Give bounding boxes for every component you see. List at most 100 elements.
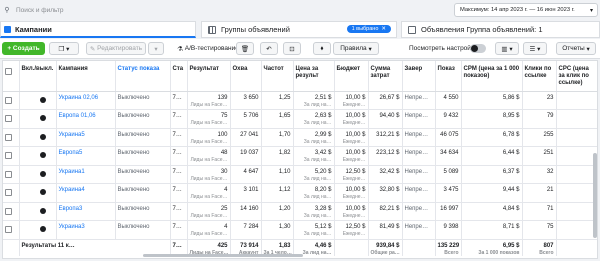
col-header[interactable]: Клики по ссылке xyxy=(522,61,557,92)
view-settings-toggle[interactable] xyxy=(470,44,486,53)
on-off-toggle[interactable] xyxy=(39,189,46,195)
row-checkbox[interactable] xyxy=(5,226,12,233)
level-tabs: Кампании Группы объявлений 1 выбрано ✕ Об… xyxy=(0,21,600,38)
col-header[interactable]: Охва xyxy=(230,61,262,92)
toggle-cell[interactable] xyxy=(19,128,57,147)
col-header[interactable]: Показ xyxy=(435,61,462,92)
tab-adsets[interactable]: Группы объявлений 1 выбрано ✕ xyxy=(201,21,397,38)
campaign-name[interactable]: Украина5 xyxy=(56,128,116,147)
row-select-cell[interactable] xyxy=(3,128,20,147)
columns-button[interactable]: ▥ ▾ xyxy=(495,42,519,55)
row-select-cell[interactable] xyxy=(3,91,20,110)
table-row[interactable]: Украина3 Выключено 7… 4 Лиды на Face… 7 284 1,… xyxy=(3,220,597,240)
row-select-cell[interactable] xyxy=(3,165,20,184)
row-checkbox[interactable] xyxy=(5,96,12,104)
row-select-cell[interactable] xyxy=(3,183,20,203)
budget[interactable]: 10,00 $ Ежедне… xyxy=(334,109,369,129)
on-off-toggle[interactable] xyxy=(39,133,46,140)
table-row[interactable]: Украина 02,06 Выключено 7… 139 Лиды на Face…… xyxy=(3,91,597,110)
toggle-cell[interactable] xyxy=(19,202,57,221)
row-checkbox[interactable] xyxy=(5,115,12,122)
col-header[interactable]: Бюджет xyxy=(334,61,369,92)
on-off-toggle[interactable] xyxy=(39,226,46,232)
row-checkbox[interactable] xyxy=(5,207,12,215)
search-bar[interactable]: ⚲ Поиск и фильтр xyxy=(2,3,395,17)
on-off-toggle[interactable] xyxy=(39,115,46,121)
breakdown-button[interactable]: ☰ ▾ xyxy=(523,42,547,55)
col-header[interactable]: Ста xyxy=(170,61,188,92)
on-off-toggle[interactable] xyxy=(39,170,46,177)
budget[interactable]: 12,50 $ Ежедне… xyxy=(334,165,369,184)
select-all-cell[interactable] xyxy=(3,61,20,92)
on-off-toggle[interactable] xyxy=(39,207,46,214)
campaign-name[interactable]: Украина4 xyxy=(56,183,116,203)
row-select-cell[interactable] xyxy=(3,109,20,129)
table-row[interactable]: Украина1 Выключено 7… 30 Лиды на Face… 4 647 1… xyxy=(3,165,597,184)
campaign-name[interactable]: Европа5 xyxy=(56,146,116,166)
vertical-scrollbar[interactable] xyxy=(593,153,597,238)
table-row[interactable]: Украина4 Выключено 7… 4 Лиды на Face… 3 101 1,… xyxy=(3,183,597,203)
toggle-cell[interactable] xyxy=(19,146,57,166)
budget[interactable]: 10,00 $ Ежедне… xyxy=(334,146,369,166)
col-header[interactable]: Статус показа xyxy=(115,61,171,92)
table-row[interactable]: Европа3 Выключено 7… 25 Лиды на Face… 14 160 1… xyxy=(3,202,597,221)
col-header[interactable]: Результат xyxy=(187,61,231,92)
col-header[interactable]: Вкл./выкл. xyxy=(19,61,57,92)
tag-button[interactable]: ⬧ xyxy=(313,42,331,55)
budget[interactable]: 10,00 $ Ежедне… xyxy=(334,183,369,203)
totals-spent-value: 939,84 $ xyxy=(376,242,400,249)
budget-sub: Ежедне… xyxy=(342,120,366,126)
date-range-picker[interactable]: Максимум: 14 апр 2023 г. — 16 июн 2023 г… xyxy=(454,3,598,17)
rules-button[interactable]: Правила ▾ xyxy=(333,42,379,55)
toggle-cell[interactable] xyxy=(19,91,57,110)
selected-badge[interactable]: 1 выбрано ✕ xyxy=(346,25,391,33)
budget[interactable]: 10,00 $ Ежедне… xyxy=(334,128,369,147)
budget[interactable]: 12,50 $ Ежедне… xyxy=(334,220,369,240)
col-header[interactable]: Завер xyxy=(402,61,436,92)
row-select-cell[interactable] xyxy=(3,202,20,221)
budget[interactable]: 10,00 $ Ежедне… xyxy=(334,202,369,221)
campaign-name[interactable]: Украина3 xyxy=(56,220,116,240)
table-row[interactable]: Европа5 Выключено 7… 48 Лиды на Face… 19 037 1… xyxy=(3,146,597,166)
delete-button[interactable]: 🗑 xyxy=(236,42,254,55)
campaign-name[interactable]: Европа 01,06 xyxy=(56,109,116,129)
campaign-name[interactable]: Европа3 xyxy=(56,202,116,221)
tab-ads[interactable]: Объявления Группа объявлений: 1 xyxy=(401,21,600,38)
col-header[interactable]: Частот xyxy=(261,61,294,92)
edit-button[interactable]: ✎ Редактировать xyxy=(86,42,146,55)
edit-dropdown-button[interactable]: ▾ xyxy=(148,42,164,55)
close-icon[interactable]: ✕ xyxy=(381,26,386,32)
create-button[interactable]: + Создать xyxy=(2,42,45,55)
results-sub: Лиды на Face… xyxy=(190,120,228,126)
toggle-cell[interactable] xyxy=(19,109,57,129)
row-select-cell[interactable] xyxy=(3,220,20,240)
row-select-cell[interactable] xyxy=(3,146,20,166)
toggle-cell[interactable] xyxy=(19,183,57,203)
table-row[interactable]: Европа 01,06 Выключено 7… 75 Лиды на Face… 5 … xyxy=(3,109,597,129)
toggle-cell[interactable] xyxy=(19,165,57,184)
on-off-toggle[interactable] xyxy=(39,96,46,103)
col-header[interactable]: CPM (цена за 1 000 показов) xyxy=(461,61,523,92)
campaign-name[interactable]: Украина1 xyxy=(56,165,116,184)
row-checkbox[interactable] xyxy=(5,133,12,141)
row-checkbox[interactable] xyxy=(5,189,12,196)
campaign-name[interactable]: Украина 02,06 xyxy=(56,91,116,110)
duplicate-button[interactable]: ❐ ▾ xyxy=(49,42,79,55)
on-off-toggle[interactable] xyxy=(39,152,46,158)
undo-button[interactable]: ↶ xyxy=(260,42,278,55)
horizontal-scrollbar[interactable] xyxy=(143,254,303,257)
toggle-cell[interactable] xyxy=(19,220,57,240)
tab-campaigns[interactable]: Кампании xyxy=(0,21,196,38)
table-row[interactable]: Украина5 Выключено 7… 100 Лиды на Face… 27 04… xyxy=(3,128,597,147)
budget[interactable]: 10,00 $ Ежедне… xyxy=(334,91,369,110)
col-header[interactable]: Кампания xyxy=(56,61,116,92)
col-header[interactable]: Цена за результ xyxy=(293,61,335,92)
row-checkbox[interactable] xyxy=(5,170,12,178)
col-header[interactable]: Сумма затрат xyxy=(368,61,403,92)
select-all-checkbox[interactable] xyxy=(5,68,12,75)
row-checkbox[interactable] xyxy=(5,152,12,159)
reports-button[interactable]: Отчеты ▾ xyxy=(556,42,596,55)
cpm-value: 5,86 $ xyxy=(502,94,520,101)
col-header[interactable]: CPC (цена за клик по ссылке) xyxy=(556,61,597,92)
lock-button[interactable]: ⊡ xyxy=(283,42,301,55)
